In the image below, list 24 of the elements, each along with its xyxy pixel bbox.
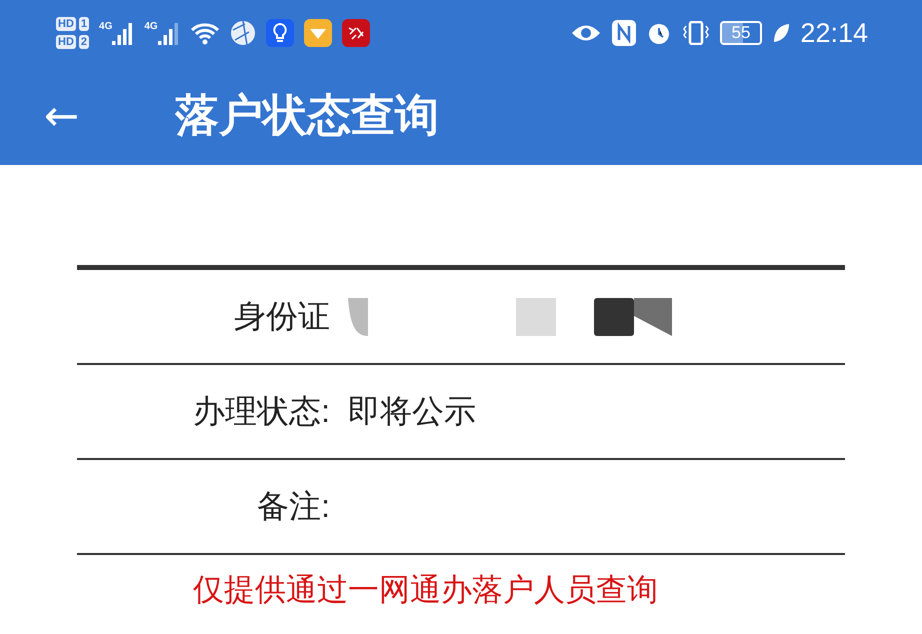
vibrate-icon [682,21,710,45]
leaf-icon [772,23,790,43]
field-label: 办理状态: [192,392,330,430]
nfc-icon [612,20,636,46]
field-value: 即将公示 [348,392,477,430]
app-icon [342,19,370,47]
page-title: 落户状态查询 [175,90,440,142]
wifi-icon [190,21,220,45]
sim-badge: HD [56,17,76,31]
back-button[interactable]: ← [44,91,80,140]
sim-slot: 2 [78,35,90,49]
lightbulb-icon [266,19,294,47]
notice-text: 仅提供通过一网通办落户人员查询 [193,571,659,609]
network-type: 4G [144,21,158,32]
signal-icon [112,21,134,45]
sim-badge: HD [56,35,76,49]
clock-time: 22:14 [800,18,868,48]
sim-slot: 1 [78,17,90,31]
network-type: 4G [99,21,112,32]
globe-icon [230,20,256,46]
field-label: 身份证 [233,296,330,336]
signal-icon [158,21,180,45]
battery-level: 55 [720,21,762,45]
field-label: 备注: [256,486,330,526]
